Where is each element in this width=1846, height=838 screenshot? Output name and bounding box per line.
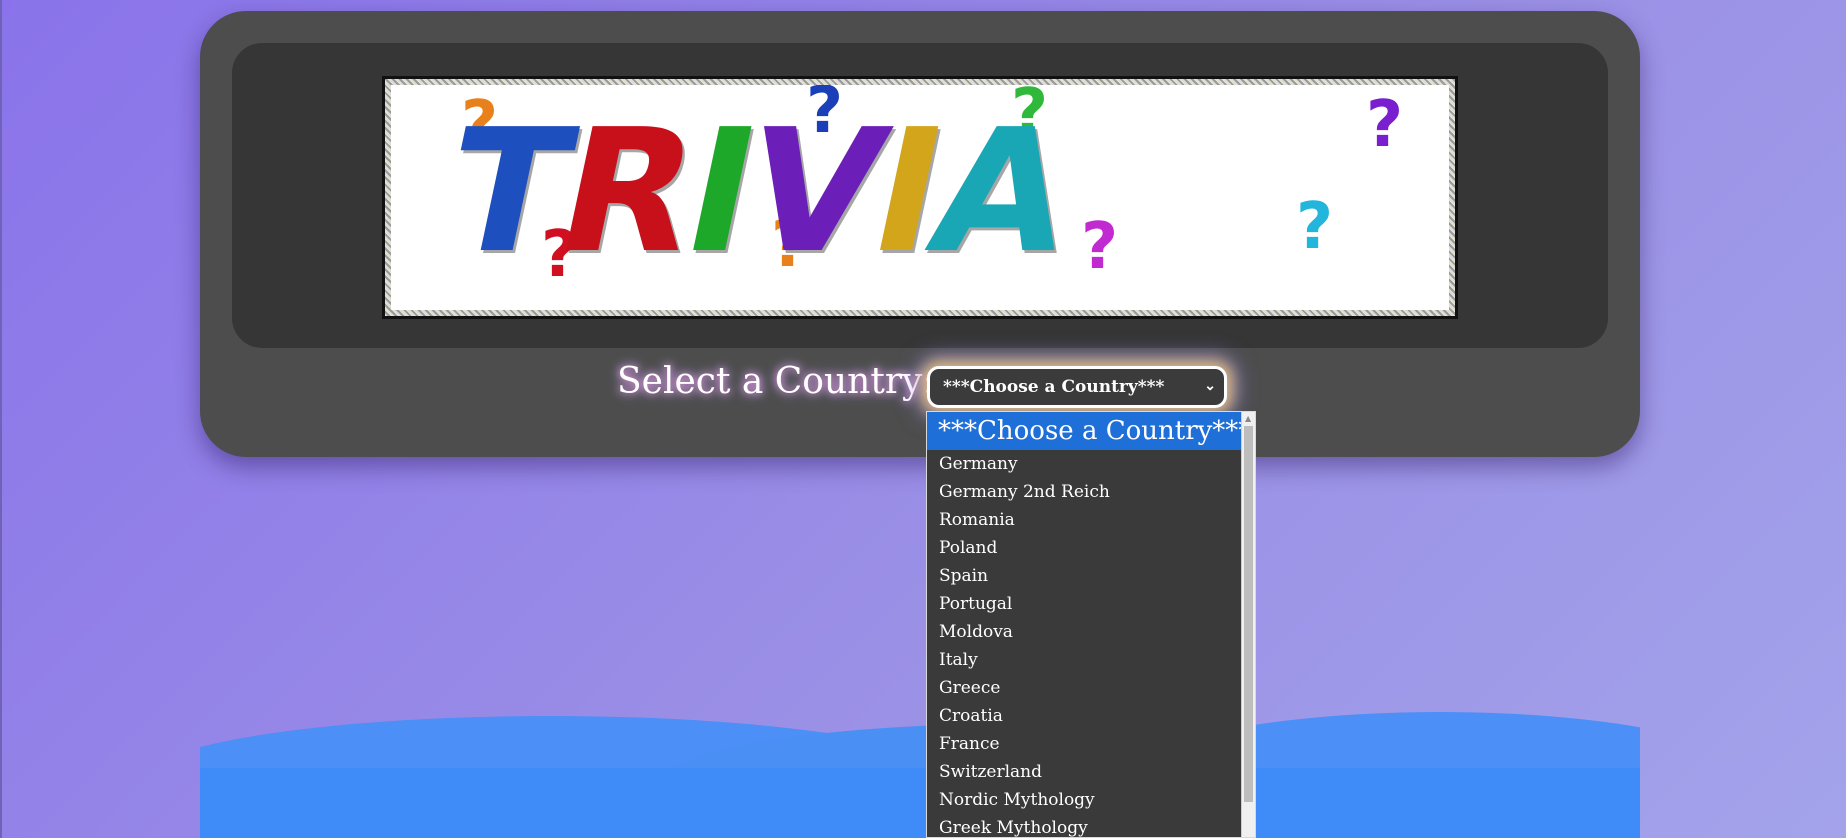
dropdown-scrollbar[interactable]: ▲ xyxy=(1241,412,1255,837)
dropdown-option[interactable]: Poland xyxy=(927,534,1243,562)
dropdown-option[interactable]: Moldova xyxy=(927,618,1243,646)
scrollbar-thumb[interactable] xyxy=(1244,426,1253,802)
dropdown-option[interactable]: Germany xyxy=(927,450,1243,478)
question-mark-icon: ? xyxy=(1366,88,1404,162)
dropdown-option[interactable]: Spain xyxy=(927,562,1243,590)
country-select-value: ***Choose a Country*** xyxy=(943,377,1165,397)
country-dropdown-list[interactable]: ***Choose a Country*** Germany Germany 2… xyxy=(926,411,1256,838)
question-mark-icon: ? xyxy=(1081,210,1119,284)
question-mark-icon: ? xyxy=(1296,190,1334,264)
country-selector-row: Select a Country: xyxy=(617,356,935,406)
dropdown-option[interactable]: Germany 2nd Reich xyxy=(927,478,1243,506)
dropdown-option[interactable]: Switzerland xyxy=(927,758,1243,786)
trivia-banner: ? ? ? ? ? ? ? ? T R I V I A xyxy=(382,76,1458,319)
wave-base xyxy=(200,768,1640,838)
window-edge xyxy=(0,0,2,838)
dropdown-option[interactable]: Romania xyxy=(927,506,1243,534)
select-country-label: Select a Country: xyxy=(617,360,935,402)
dropdown-option[interactable]: Italy xyxy=(927,646,1243,674)
chevron-down-icon: ⌄ xyxy=(1204,378,1216,394)
dropdown-option[interactable]: Greek Mythology xyxy=(927,814,1243,837)
scroll-up-arrow-icon[interactable]: ▲ xyxy=(1245,414,1251,423)
dropdown-option[interactable]: ***Choose a Country*** xyxy=(927,412,1251,450)
dropdown-option[interactable]: Greece xyxy=(927,674,1243,702)
wave-decoration xyxy=(200,700,1640,838)
dropdown-option[interactable]: Croatia xyxy=(927,702,1243,730)
trivia-banner-image: ? ? ? ? ? ? ? ? T R I V I A xyxy=(391,85,1449,310)
country-select[interactable]: ***Choose a Country*** ⌄ xyxy=(927,366,1227,408)
dropdown-option[interactable]: Portugal xyxy=(927,590,1243,618)
dropdown-option[interactable]: Nordic Mythology xyxy=(927,786,1243,814)
trivia-logo-text: T R I V I A xyxy=(430,93,1085,291)
dropdown-option[interactable]: France xyxy=(927,730,1243,758)
